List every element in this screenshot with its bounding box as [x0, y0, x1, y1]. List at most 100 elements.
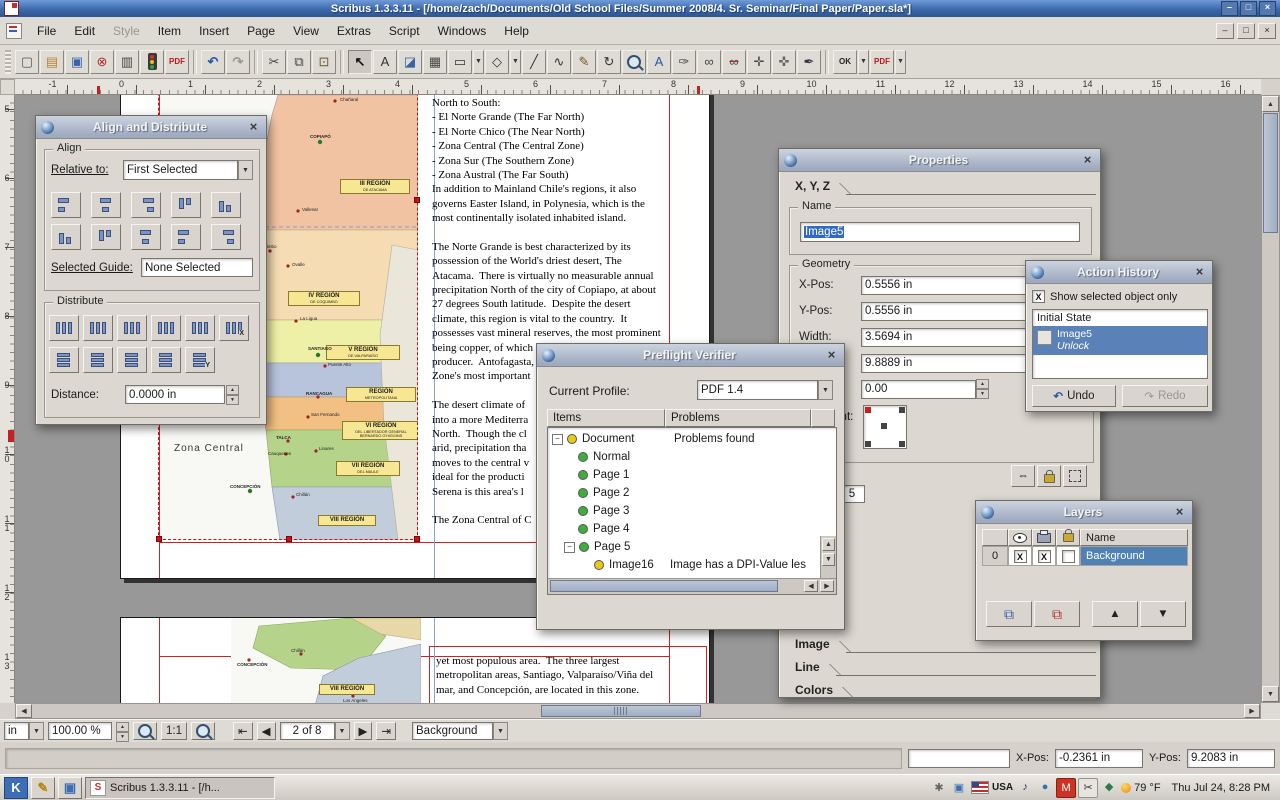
close-document-button[interactable]: ⊗	[90, 50, 114, 74]
undo-button[interactable]: ↶	[201, 50, 225, 74]
page2-map-image[interactable]: CONCEPCIÓN Chillán Los Angeles VIII REGI…	[231, 618, 421, 703]
undo-button[interactable]: ↶ Undo	[1032, 385, 1116, 407]
horizontal-scroll-thumb[interactable]	[550, 580, 778, 592]
visible-checkbox[interactable]: X	[1014, 550, 1027, 563]
scroll-down-icon[interactable]: ▼	[1262, 686, 1279, 702]
rotation-input[interactable]: 0.00	[861, 380, 976, 399]
selection-handle[interactable]	[286, 536, 292, 542]
k-menu-icon[interactable]: K	[4, 777, 28, 799]
problems-column-header[interactable]: Problems	[665, 409, 811, 427]
preflight-row[interactable]: Page 2	[578, 484, 629, 502]
align-titlebar[interactable]: Align and Distribute ×	[36, 116, 266, 139]
align-bottom-edge-button[interactable]	[211, 224, 241, 250]
insert-freehand-button[interactable]: ✎	[572, 50, 596, 74]
insert-polygon-dropdown-arrow[interactable]: ▼	[510, 50, 521, 74]
preflight-row[interactable]: − Document Problems found	[552, 430, 634, 448]
launcher-desktop-icon[interactable]: ▣	[58, 777, 82, 799]
layer-visible-cell[interactable]: X	[1008, 546, 1032, 566]
minimize-button[interactable]: –	[1221, 1, 1238, 16]
raise-layer-button[interactable]: ▲	[1092, 601, 1138, 627]
tab-xyz[interactable]: X, Y, Z	[785, 175, 1096, 195]
link-text-frames-button[interactable]: ∞	[697, 50, 721, 74]
distribute-left-sides-button[interactable]	[49, 315, 79, 341]
menu-item[interactable]: Item	[149, 24, 190, 38]
tab-line[interactable]: Line	[785, 656, 1096, 676]
page-select[interactable]: 2 of 8 ▼	[280, 722, 350, 740]
lock-size-button[interactable]	[1063, 465, 1087, 487]
select-item-button[interactable]: ↖	[348, 50, 372, 74]
tray-gmail-icon[interactable]: M	[1056, 778, 1076, 798]
relative-to-select[interactable]: First Selected ▼	[123, 160, 253, 180]
horizontal-scroll-thumb[interactable]	[541, 705, 701, 717]
add-layer-button[interactable]: ⧉	[986, 601, 1032, 627]
horizontal-ruler[interactable]: -1012345678910111213141516	[15, 79, 1261, 95]
zoom-button[interactable]	[622, 50, 646, 74]
new-document-button[interactable]: ▢	[15, 50, 39, 74]
unlink-text-frames-button[interactable]: ∞	[722, 50, 746, 74]
scroll-right-icon[interactable]: ▶	[1244, 704, 1260, 718]
tray-volume-icon[interactable]: ♪	[1016, 778, 1034, 796]
launcher-knotes-icon[interactable]: ✎	[31, 777, 55, 799]
layer-print-cell[interactable]: X	[1032, 546, 1056, 566]
rotation-spinner[interactable]: ▲▼	[976, 379, 989, 399]
scroll-down-icon[interactable]: ▼	[822, 553, 835, 566]
distance-input[interactable]: 0.0000 in	[125, 385, 225, 404]
keyboard-layout-indicator[interactable]: USA	[992, 782, 1013, 793]
history-item-selected[interactable]: Image5 Unlock	[1033, 326, 1207, 355]
menu-item[interactable]: Edit	[65, 24, 104, 38]
distance-spinner[interactable]: ▲▼	[226, 385, 239, 404]
lock-checkbox[interactable]	[1062, 550, 1075, 563]
tray-kget-icon[interactable]: ◆	[1100, 778, 1118, 796]
measurements-button[interactable]: ✛	[747, 50, 771, 74]
preflight-titlebar[interactable]: Preflight Verifier ×	[537, 344, 844, 367]
distribute-bottoms-button[interactable]	[117, 347, 147, 373]
history-item[interactable]: Initial State	[1033, 310, 1207, 326]
zoom-actual-button[interactable]: 1:1	[161, 722, 187, 740]
layer-lock-cell[interactable]	[1056, 546, 1080, 566]
align-right-sides-button[interactable]	[131, 192, 161, 218]
selection-handle[interactable]	[414, 536, 420, 542]
last-page-button[interactable]: ⇥	[376, 722, 396, 740]
maximize-button[interactable]: □	[1240, 1, 1257, 16]
cut-button[interactable]: ✂	[262, 50, 286, 74]
zoom-out-button[interactable]	[133, 722, 157, 740]
next-page-button[interactable]: ▶	[354, 722, 373, 740]
insert-line-button[interactable]: ╱	[522, 50, 546, 74]
align-bottoms-button[interactable]	[211, 192, 241, 218]
menu-item[interactable]: Style	[104, 24, 149, 38]
basepoint-bottomright[interactable]	[899, 441, 905, 447]
distribute-tops-button[interactable]	[49, 347, 79, 373]
pdf-text-field-button[interactable]: PDF	[870, 50, 894, 74]
menu-item[interactable]: Page	[238, 24, 284, 38]
delete-layer-button[interactable]: ⧉	[1034, 601, 1080, 627]
show-selected-checkbox[interactable]: X	[1032, 290, 1045, 303]
document-mdi-icon[interactable]	[6, 23, 22, 39]
redo-button[interactable]: ↷	[226, 50, 250, 74]
zoom-spinner[interactable]: ▲▼	[116, 722, 129, 740]
selection-handle[interactable]	[414, 197, 420, 203]
scroll-left-icon[interactable]: ◀	[16, 704, 32, 718]
first-page-button[interactable]: ⇤	[233, 722, 253, 740]
lock-object-button[interactable]	[1037, 465, 1061, 487]
previous-page-button[interactable]: ◀	[257, 722, 276, 740]
flip-horizontal-button[interactable]: ⇔	[1011, 465, 1035, 487]
preflight-row[interactable]: Page 3	[578, 502, 629, 520]
insert-shape-dropdown-arrow[interactable]: ▼	[473, 50, 484, 74]
close-icon[interactable]: ×	[1080, 153, 1095, 168]
action-history-palette[interactable]: Action History × X Show selected object …	[1025, 260, 1213, 412]
menu-item[interactable]: Help	[495, 24, 538, 38]
page2-text-frame[interactable]: yet most populous area. The three larges…	[436, 654, 702, 697]
scroll-left-icon[interactable]: ◀	[804, 580, 818, 592]
distribute-equal-h-button[interactable]	[151, 315, 181, 341]
close-icon[interactable]: ×	[824, 348, 839, 363]
distribute-edges-h-button[interactable]	[185, 315, 215, 341]
insert-shape-button[interactable]: ▭	[448, 50, 472, 74]
edit-contents-button[interactable]: A	[647, 50, 671, 74]
distribute-centers-h-button[interactable]	[83, 315, 113, 341]
layers-palette[interactable]: Layers × Name 0 X X Background ⧉ ⧉ ▲ ▼	[975, 500, 1193, 641]
collapse-icon[interactable]: −	[564, 542, 575, 553]
save-document-button[interactable]: ▣	[65, 50, 89, 74]
distribute-by-distance-x-button[interactable]: X	[219, 315, 249, 341]
history-list[interactable]: Initial State Image5 Unlock	[1032, 309, 1208, 379]
zoom-input[interactable]: 100.00 %	[48, 722, 112, 740]
